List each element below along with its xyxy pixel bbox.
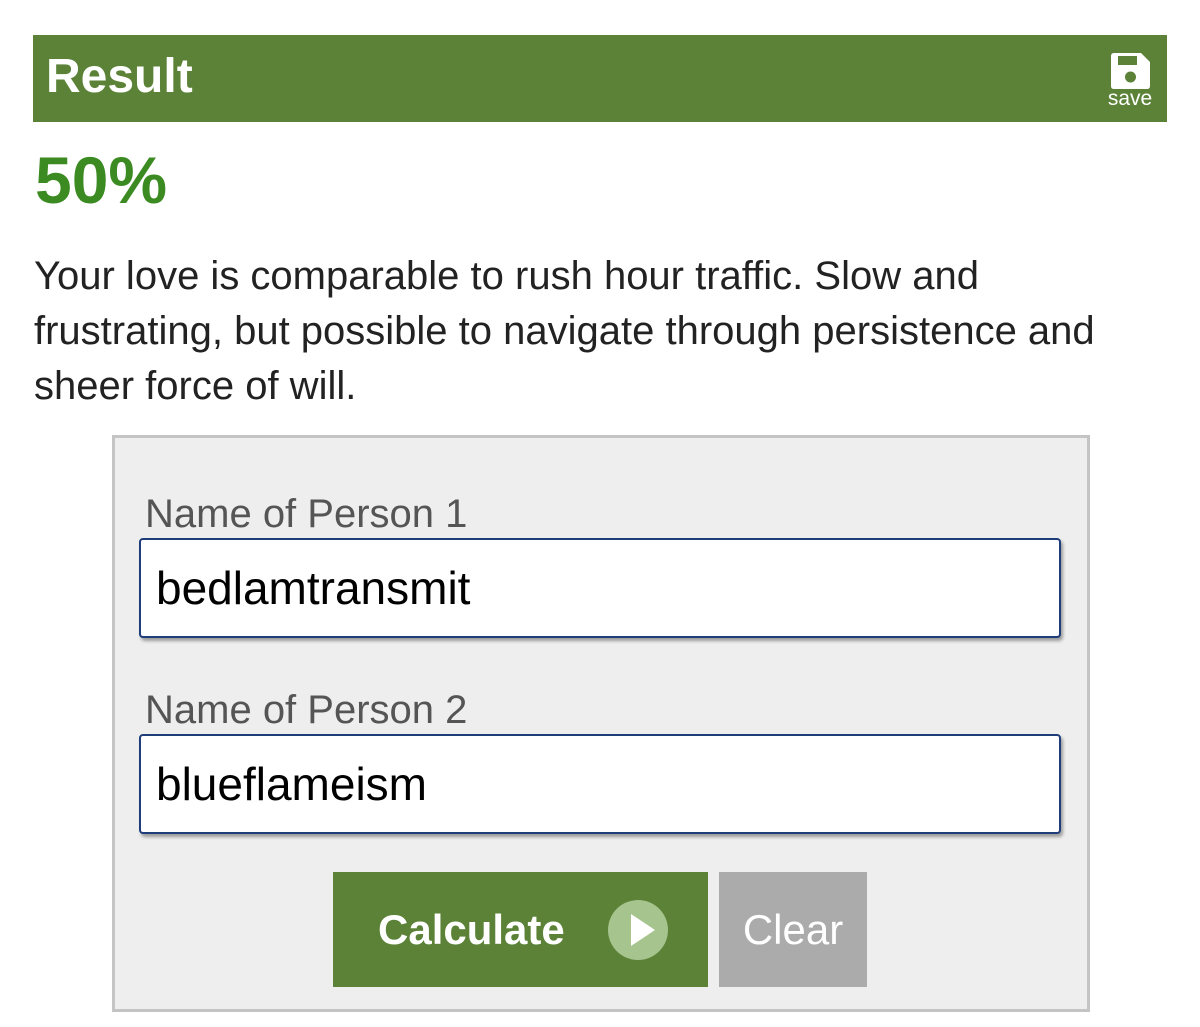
calculate-button[interactable]: Calculate <box>333 872 708 987</box>
person2-name-input[interactable] <box>139 734 1061 834</box>
result-title: Result <box>46 50 193 103</box>
floppy-disk-icon <box>1111 53 1150 89</box>
save-label: save <box>1107 87 1153 110</box>
save-button[interactable]: save <box>1103 52 1157 112</box>
clear-button-label: Clear <box>742 906 844 953</box>
person1-label: Name of Person 1 <box>145 492 468 536</box>
result-description: Your love is comparable to rush hour tra… <box>34 254 1095 408</box>
result-percentage: 50% <box>35 143 168 217</box>
play-circle-icon <box>608 900 668 960</box>
person2-label: Name of Person 2 <box>145 688 468 732</box>
calculator-form: Name of Person 1 Name of Person 2 Calcul… <box>112 435 1090 1012</box>
result-header: Result save <box>33 35 1167 122</box>
calculate-button-label: Calculate <box>378 906 565 953</box>
person1-name-input[interactable] <box>139 538 1061 638</box>
clear-button[interactable]: Clear <box>719 872 867 987</box>
